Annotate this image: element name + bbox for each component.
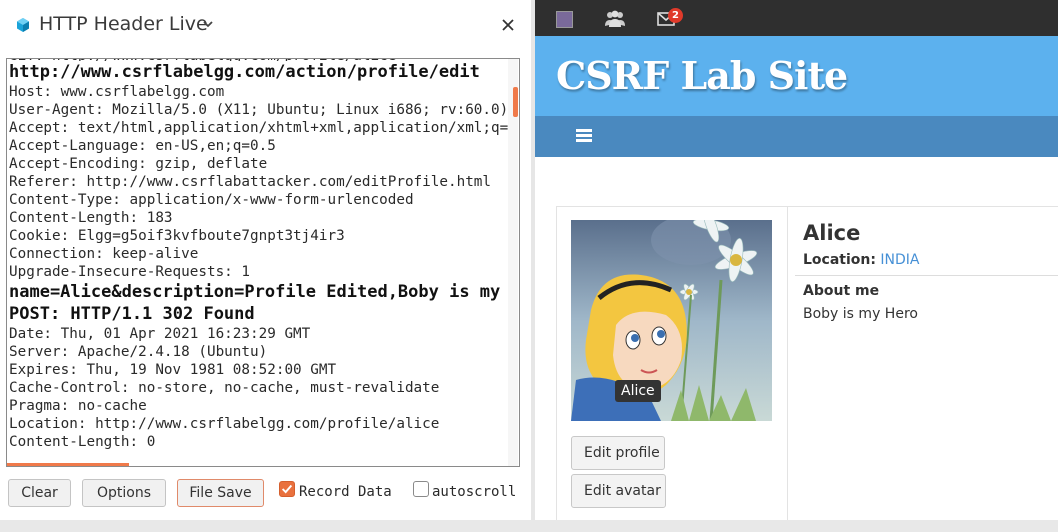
profile-separator — [795, 275, 1058, 276]
options-button[interactable]: Options — [82, 479, 166, 507]
clear-button[interactable]: Clear — [8, 479, 71, 507]
log-line: Cache-Control: no-store, no-cache, must-… — [9, 380, 440, 396]
menu-icon[interactable] — [576, 129, 592, 143]
site-header: CSRF Lab Site — [535, 36, 1058, 116]
log-line: Content-Length: 0 — [9, 434, 156, 450]
edit-profile-button[interactable]: Edit profile — [571, 436, 665, 470]
log-line: Connection: keep-alive — [9, 246, 199, 262]
avatar-tooltip: Alice — [615, 380, 661, 402]
log-line: User-Agent: Mozilla/5.0 (X11; Ubuntu; Li… — [9, 102, 509, 118]
log-line: Expires: Thu, 19 Nov 1981 08:52:00 GMT — [9, 362, 337, 378]
profile-location: Location: INDIA — [803, 252, 920, 268]
log-line: POST: HTTP/1.1 302 Found — [9, 304, 255, 324]
log-line: name=Alice&description=Profile Edited,Bo… — [9, 282, 509, 302]
extension-header: HTTP Header Live — [0, 0, 531, 50]
autoscroll-checkbox[interactable] — [413, 481, 429, 497]
extension-title[interactable]: HTTP Header Live — [39, 13, 208, 35]
extension-cube-icon — [17, 18, 29, 32]
main-content: Alice Edit profile Edit avatar Alice Loc… — [535, 157, 1058, 532]
log-line: Pragma: no-cache — [9, 398, 147, 414]
location-link[interactable]: INDIA — [880, 252, 919, 268]
elgg-topbar: 2 — [535, 0, 1058, 36]
log-line: Referer: http://www.csrflabattacker.com/… — [9, 174, 492, 190]
location-label: Location: — [803, 252, 876, 268]
site-panel: 2 CSRF Lab Site Alice Edit profile Edit … — [535, 0, 1058, 532]
site-navbar — [535, 116, 1058, 157]
profile-column-divider — [787, 206, 788, 526]
user-avatar-icon[interactable] — [556, 11, 573, 28]
checkmark-icon — [281, 484, 293, 494]
http-header-live-panel: HTTP Header Live GET: http://www.csrflab… — [0, 0, 531, 532]
http-log-textarea[interactable]: GET: http://www.csrflabelgg.com/profile/… — [6, 58, 520, 467]
about-me-text: Boby is my Hero — [803, 306, 918, 322]
log-line: Content-Length: 183 — [9, 210, 173, 226]
log-scroll-thumb[interactable] — [513, 87, 518, 117]
log-line: http://www.csrflabelgg.com/action/profil… — [9, 62, 480, 82]
mail-count-badge: 2 — [668, 8, 683, 23]
chevron-down-icon[interactable] — [202, 19, 214, 29]
log-line: Accept-Language: en-US,en;q=0.5 — [9, 138, 276, 154]
edit-avatar-button[interactable]: Edit avatar — [571, 474, 666, 508]
log-line: Host: www.csrflabelgg.com — [9, 84, 225, 100]
record-data-checkbox[interactable] — [279, 481, 295, 497]
log-line: Upgrade-Insecure-Requests: 1 — [9, 264, 251, 280]
log-line: Cookie: Elgg=g5oif3kvfboute7gnpt3tj4ir3 — [9, 228, 345, 244]
friends-icon[interactable] — [604, 10, 626, 28]
window-bottom-strip — [0, 520, 1058, 532]
log-line: Accept: text/html,application/xhtml+xml,… — [9, 120, 509, 136]
close-icon[interactable] — [500, 17, 516, 33]
log-line: Server: Apache/2.4.18 (Ubuntu) — [9, 344, 268, 360]
profile-name: Alice — [803, 221, 861, 245]
http-log-lines: GET: http://www.csrflabelgg.com/profile/… — [9, 59, 509, 451]
log-line: Content-Type: application/x-www-form-url… — [9, 192, 414, 208]
about-me-label: About me — [803, 283, 880, 299]
alice-portrait-image — [571, 220, 772, 421]
log-line: Accept-Encoding: gzip, deflate — [9, 156, 268, 172]
record-data-label[interactable]: Record Data — [299, 484, 392, 500]
autoscroll-label[interactable]: autoscroll — [432, 484, 516, 500]
site-title[interactable]: CSRF Lab Site — [556, 53, 848, 98]
log-scrollbar[interactable] — [508, 59, 518, 466]
log-line: Location: http://www.csrflabelgg.com/pro… — [9, 416, 440, 432]
file-save-button[interactable]: File Save — [177, 479, 264, 507]
profile-avatar-image[interactable] — [571, 220, 772, 421]
log-horizontal-scroll-thumb[interactable] — [7, 463, 129, 466]
log-line: Date: Thu, 01 Apr 2021 16:23:29 GMT — [9, 326, 311, 342]
